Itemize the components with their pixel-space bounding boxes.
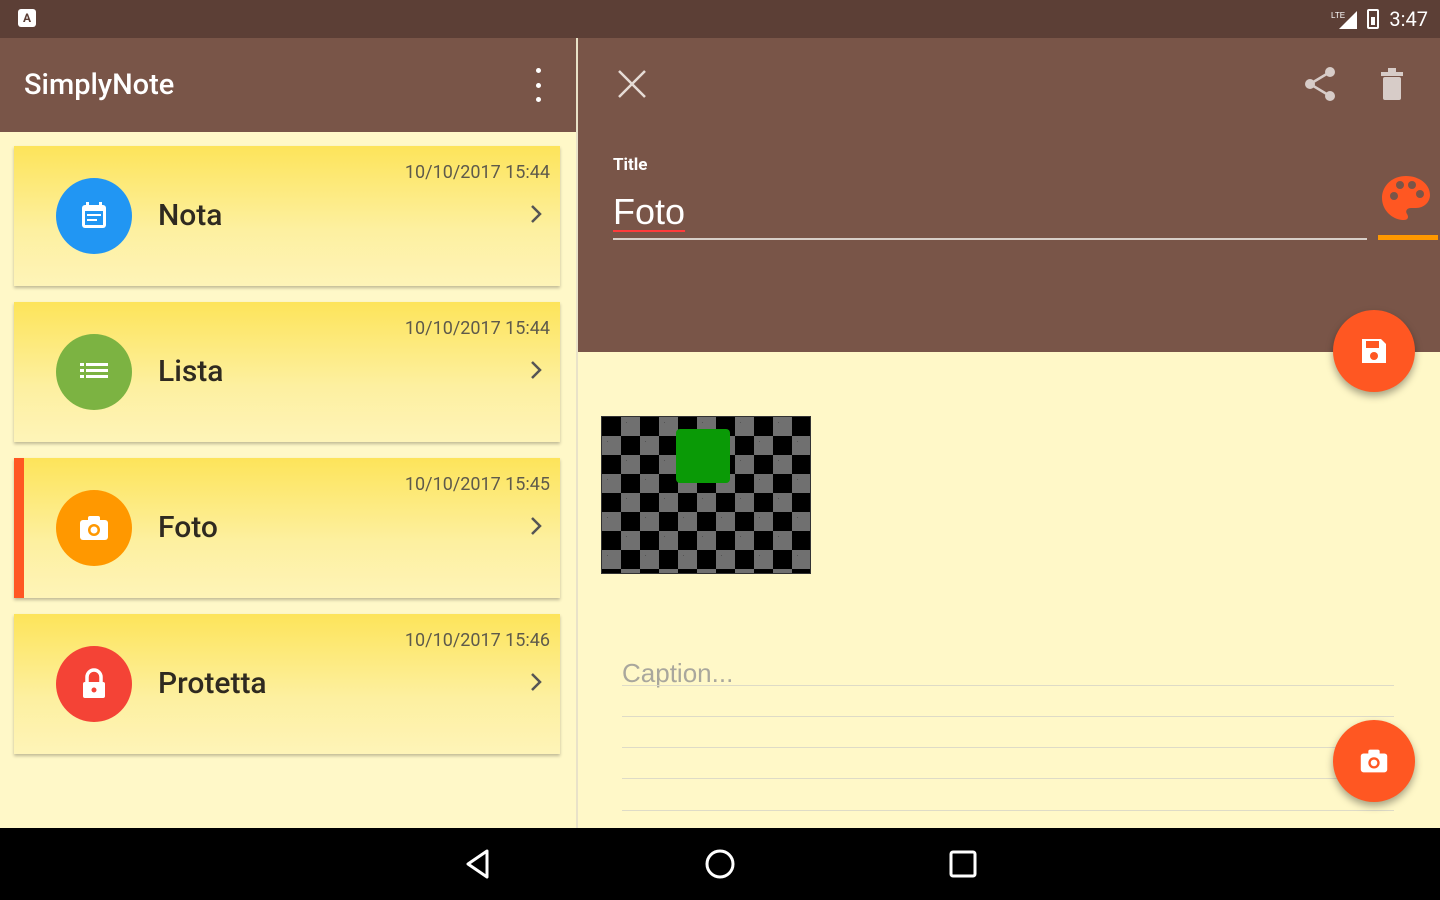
caption-line: [622, 685, 1394, 686]
note-item-protetta[interactable]: 10/10/2017 15:46 Protetta: [14, 614, 560, 754]
note-date: 10/10/2017 15:44: [404, 162, 550, 183]
caption-line: [622, 716, 1394, 717]
back-icon[interactable]: [460, 846, 496, 882]
signal-icon: LTE: [1331, 11, 1358, 29]
lock-icon: [56, 646, 132, 722]
photo-subject: [676, 429, 730, 483]
note-title: Nota: [158, 198, 223, 233]
note-icon: [56, 178, 132, 254]
status-icons: LTE 3:47: [1331, 6, 1428, 32]
camera-icon: [1360, 749, 1388, 773]
note-title: Foto: [158, 510, 218, 545]
palette-underline: [1378, 235, 1438, 240]
title-input[interactable]: [613, 188, 1367, 236]
svg-text:LTE: LTE: [1331, 11, 1345, 20]
save-button[interactable]: [1333, 310, 1415, 392]
note-title: Protetta: [158, 666, 267, 701]
palette-icon: [1382, 176, 1430, 220]
more-vert-icon[interactable]: [528, 68, 548, 102]
note-item-nota[interactable]: 10/10/2017 15:44 Nota: [14, 146, 560, 286]
delete-icon[interactable]: [1372, 64, 1412, 104]
share-icon[interactable]: [1300, 64, 1340, 104]
palette-button[interactable]: [1378, 172, 1438, 240]
note-item-lista[interactable]: 10/10/2017 15:44 Lista: [14, 302, 560, 442]
chevron-right-icon: [531, 673, 542, 691]
list-icon: [56, 334, 132, 410]
recents-icon[interactable]: [945, 846, 981, 882]
chevron-right-icon: [531, 361, 542, 379]
save-icon: [1362, 339, 1386, 363]
editor-header: Title: [578, 38, 1440, 352]
title-field: [613, 188, 1367, 240]
status-bar: A LTE 3:47: [0, 0, 1440, 38]
caption-line: [622, 747, 1394, 748]
chevron-right-icon: [531, 517, 542, 535]
status-time: 3:47: [1389, 7, 1428, 31]
caption-line: [622, 810, 1394, 811]
note-date: 10/10/2017 15:46: [404, 630, 550, 651]
caption-line: [622, 778, 1394, 779]
app-bar: SimplyNote: [0, 38, 576, 132]
note-list: 10/10/2017 15:44 Nota 10/10/2017 15:44 L…: [0, 132, 576, 828]
app-title: SimplyNote: [24, 68, 175, 102]
navigation-bar: [0, 828, 1440, 900]
camera-icon: [56, 490, 132, 566]
note-date: 10/10/2017 15:45: [404, 474, 550, 495]
title-label: Title: [613, 155, 648, 175]
close-icon[interactable]: [614, 66, 650, 102]
home-icon[interactable]: [702, 846, 738, 882]
note-title: Lista: [158, 354, 224, 389]
caption-field[interactable]: [622, 650, 1394, 820]
chevron-right-icon: [531, 205, 542, 223]
caption-input[interactable]: [622, 658, 1322, 698]
notification-icon: A: [18, 9, 36, 27]
add-photo-button[interactable]: [1333, 720, 1415, 802]
note-date: 10/10/2017 15:44: [404, 318, 550, 339]
note-item-foto[interactable]: 10/10/2017 15:45 Foto: [14, 458, 560, 598]
attached-photo[interactable]: [601, 416, 811, 574]
battery-icon: [1367, 9, 1380, 29]
